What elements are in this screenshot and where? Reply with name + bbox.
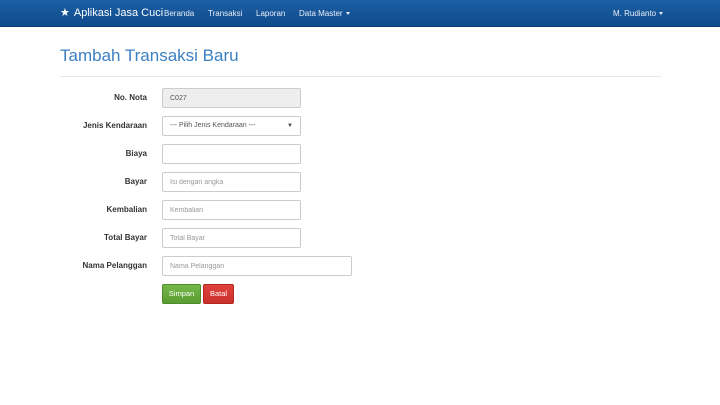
nav-transaksi[interactable]: Transaksi [208, 0, 242, 27]
label-nama-pelanggan: Nama Pelanggan [82, 261, 147, 270]
label-total-bayar: Total Bayar [104, 233, 147, 242]
label-bayar: Bayar [124, 177, 147, 186]
nav-laporan[interactable]: Laporan [256, 0, 285, 27]
save-button[interactable]: Simpan [162, 284, 201, 304]
caret-down-icon [659, 12, 664, 16]
row-biaya: Biaya [60, 144, 360, 164]
brand-link[interactable]: ★ Aplikasi Jasa Cuci [60, 0, 163, 27]
nama-pelanggan-field[interactable] [162, 256, 352, 276]
jenis-kendaraan-select[interactable]: --- Pilih Jenis Kendaraan --- ▼ [162, 116, 301, 136]
row-jenis-kendaraan: Jenis Kendaraan --- Pilih Jenis Kendaraa… [60, 116, 360, 136]
user-name: M. Rudianto [613, 9, 657, 18]
nav-laporan-label: Laporan [256, 9, 286, 18]
row-no-nota: No. Nota [60, 88, 360, 108]
no-nota-field[interactable] [162, 88, 301, 108]
row-kembalian: Kembalian [60, 200, 360, 220]
jenis-kendaraan-selected: --- Pilih Jenis Kendaraan --- [170, 122, 256, 129]
nav-beranda-label: Beranda [164, 9, 195, 18]
caret-down-icon [345, 12, 350, 16]
label-biaya: Biaya [125, 149, 147, 158]
bayar-field[interactable] [162, 172, 301, 192]
cancel-button[interactable]: Batal [203, 284, 234, 304]
brand-label: Aplikasi Jasa Cuci [73, 7, 164, 19]
nav-beranda[interactable]: Beranda [164, 0, 194, 27]
row-bayar: Bayar [60, 172, 360, 192]
select-arrow-icon: ▼ [287, 123, 293, 129]
page-title: Tambah Transaksi Baru [60, 46, 239, 65]
label-no-nota: No. Nota [114, 93, 147, 102]
nav-data-master-dropdown[interactable]: Data Master [299, 0, 350, 27]
label-kembalian: Kembalian [106, 205, 147, 214]
top-navbar: ★ Aplikasi Jasa Cuci Beranda Transaksi L… [0, 0, 720, 27]
label-jenis-kendaraan: Jenis Kendaraan [82, 121, 147, 130]
biaya-field[interactable] [162, 144, 301, 164]
row-total-bayar: Total Bayar [60, 228, 360, 248]
row-nama-pelanggan: Nama Pelanggan [60, 256, 360, 276]
total-bayar-field[interactable] [162, 228, 301, 248]
header-divider [60, 76, 661, 77]
nav-data-master-label: Data Master [299, 9, 343, 18]
star-icon: ★ [60, 7, 70, 19]
nav-transaksi-label: Transaksi [208, 9, 243, 18]
kembalian-field[interactable] [162, 200, 301, 220]
user-menu-dropdown[interactable]: M. Rudianto [613, 0, 664, 27]
